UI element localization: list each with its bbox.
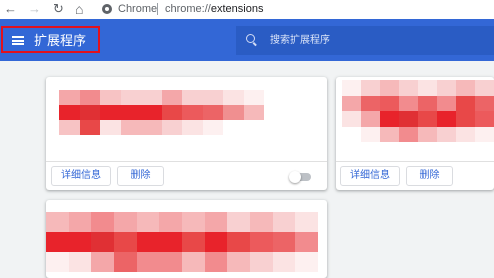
url-scheme: chrome:// xyxy=(165,3,211,15)
site-label[interactable]: Chrome xyxy=(118,2,157,16)
extension-card xyxy=(46,200,327,278)
chrome-site-icon[interactable] xyxy=(102,4,112,14)
extension-card: 详细信息 删除 xyxy=(46,77,327,190)
url-path: extensions xyxy=(210,3,264,15)
home-icon[interactable]: ⌂ xyxy=(75,1,83,17)
remove-button[interactable]: 删除 xyxy=(406,166,453,186)
extensions-toolbar: 扩展程序 搜索扩展程序 xyxy=(0,19,494,61)
remove-button[interactable]: 删除 xyxy=(117,166,164,186)
address-bar: ← → ↻ ⌂ Chrome chrome://extensions xyxy=(0,0,494,19)
enable-toggle[interactable] xyxy=(289,171,311,183)
forward-icon[interactable]: → xyxy=(28,1,41,17)
back-icon[interactable]: ← xyxy=(4,1,17,17)
url-separator xyxy=(157,3,158,15)
page-title: 扩展程序 xyxy=(34,33,87,48)
hamburger-menu-icon[interactable] xyxy=(12,36,24,45)
card-divider xyxy=(46,161,327,162)
redacted-extension-info xyxy=(46,212,318,272)
search-box[interactable]: 搜索扩展程序 xyxy=(236,26,494,55)
card-divider xyxy=(336,161,494,162)
details-button[interactable]: 详细信息 xyxy=(51,166,111,186)
redacted-extension-info xyxy=(59,90,264,135)
details-button[interactable]: 详细信息 xyxy=(340,166,400,186)
redacted-extension-info xyxy=(342,80,494,142)
url-field[interactable]: chrome://extensions xyxy=(165,2,263,16)
reload-icon[interactable]: ↻ xyxy=(53,1,64,17)
search-input[interactable]: 搜索扩展程序 xyxy=(270,34,330,47)
extension-card: 详细信息 删除 xyxy=(336,77,494,190)
search-icon xyxy=(246,34,255,43)
